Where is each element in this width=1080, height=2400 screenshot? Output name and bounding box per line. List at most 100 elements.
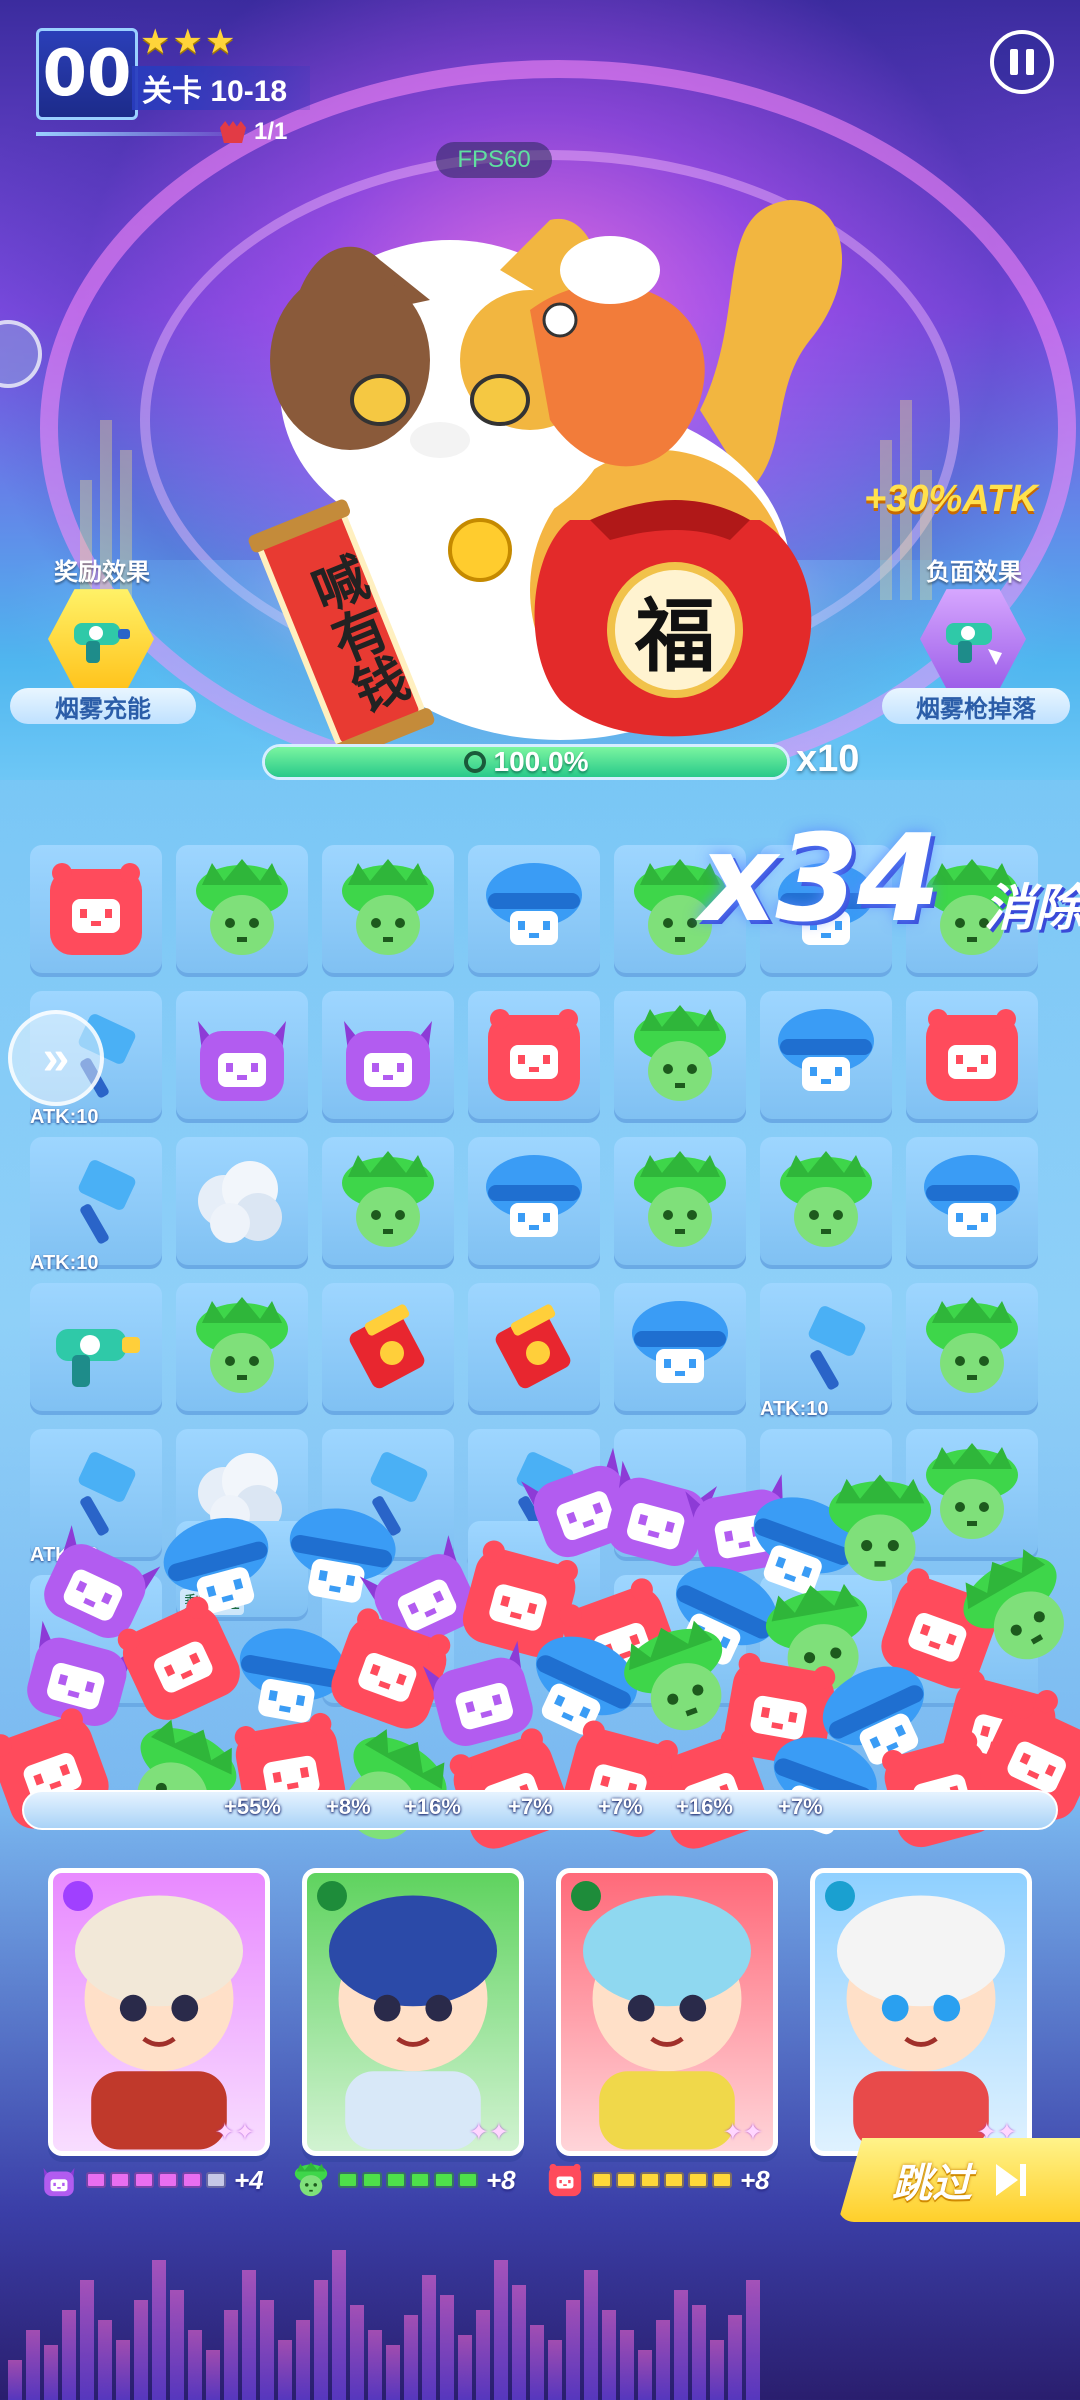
green-dragon-piece[interactable] — [334, 1147, 442, 1255]
equalizer-bar — [134, 2300, 148, 2400]
board-cell[interactable] — [760, 1575, 892, 1707]
board-cell[interactable] — [760, 1429, 892, 1561]
board-cell[interactable] — [760, 1137, 892, 1269]
board-cell[interactable] — [322, 991, 454, 1123]
reward-effect-label: 烟雾充能 — [10, 688, 196, 724]
board-cell[interactable]: 剩余: 1 — [176, 1521, 308, 1621]
board-cell[interactable] — [906, 1283, 1038, 1415]
hero-card-headphone-girl[interactable]: ✦✦ — [810, 1868, 1032, 2156]
board-cell[interactable] — [322, 1575, 454, 1707]
board-cell[interactable] — [906, 1575, 1038, 1707]
blue-helmet-piece[interactable] — [918, 1147, 1026, 1255]
board-cell[interactable] — [322, 1429, 454, 1561]
green-dragon-piece[interactable] — [188, 1293, 296, 1401]
red-hood-piece[interactable] — [480, 1001, 588, 1109]
board-cell[interactable] — [468, 991, 600, 1123]
board-cell[interactable] — [176, 991, 308, 1123]
equalizer-bar — [638, 2350, 652, 2400]
firecracker-piece[interactable] — [480, 1293, 588, 1401]
hammer-piece[interactable] — [42, 1147, 150, 1255]
equalizer-bar — [728, 2315, 742, 2400]
board-cell[interactable]: ATK:10 — [30, 1429, 162, 1566]
hero-stars: ✦✦ — [722, 2119, 763, 2146]
green-dragon-piece[interactable] — [772, 1147, 880, 1255]
skip-button[interactable]: 跳过 — [838, 2138, 1080, 2222]
equalizer-bar — [386, 2345, 400, 2400]
hero-portrait — [582, 1895, 752, 2150]
blue-helmet-piece[interactable] — [480, 855, 588, 963]
hero-card-robed-boy[interactable]: ✦✦ — [302, 1868, 524, 2156]
board-cell[interactable] — [30, 845, 162, 977]
level-title: 关卡 10-18 — [132, 66, 310, 110]
board-cell[interactable] — [614, 1575, 746, 1707]
equalizer-bar — [620, 2330, 634, 2400]
blue-helmet-piece[interactable] — [626, 1293, 734, 1401]
lucky-cat-boss[interactable]: 喊有钱 福 — [230, 190, 870, 761]
board-cell[interactable] — [468, 845, 600, 977]
hammer-piece[interactable] — [334, 1439, 442, 1547]
blue-helmet-piece[interactable] — [480, 1147, 588, 1255]
negative-effect-label: 烟雾枪掉落 — [882, 688, 1070, 724]
wave-text: 1/1 — [254, 118, 288, 145]
board-cell[interactable] — [176, 1137, 308, 1269]
purple-horn-piece[interactable] — [334, 1001, 442, 1109]
red-hood-piece[interactable] — [918, 1001, 1026, 1109]
hammer-piece[interactable] — [772, 1293, 880, 1401]
board-cell[interactable]: ATK:10 — [760, 1283, 892, 1420]
energy-segment — [158, 2172, 178, 2188]
board-cell[interactable] — [614, 1283, 746, 1415]
remain-label: 剩余: 1 — [180, 1589, 245, 1615]
board-cell[interactable] — [176, 1283, 308, 1415]
green-dragon-piece[interactable] — [334, 855, 442, 963]
energy-bar: +8 — [546, 2160, 770, 2200]
fast-forward-icon: » — [42, 1031, 70, 1085]
green-dragon-piece[interactable] — [918, 1293, 1026, 1401]
board-cell[interactable] — [614, 991, 746, 1123]
piece-type-icon — [546, 2161, 584, 2199]
board-cell[interactable]: ATK:10 — [30, 1137, 162, 1274]
board-cell[interactable] — [906, 991, 1038, 1123]
pause-button[interactable] — [990, 30, 1054, 94]
board-cell[interactable] — [30, 1575, 162, 1707]
boss-progress-bar: 100.0% — [262, 744, 790, 780]
hammer-piece[interactable] — [42, 1439, 150, 1547]
energy-segment — [134, 2172, 154, 2188]
purple-horn-piece[interactable] — [188, 1001, 296, 1109]
board-cell[interactable] — [322, 1137, 454, 1269]
smoke-cloud-piece[interactable] — [188, 1147, 296, 1255]
board-cell[interactable] — [760, 991, 892, 1123]
board-cell[interactable] — [322, 1283, 454, 1415]
board-cell[interactable] — [906, 1429, 1038, 1561]
atk-label: ATK:10 — [760, 1398, 829, 1420]
red-hood-piece[interactable] — [42, 855, 150, 963]
board-cell[interactable] — [614, 1429, 746, 1561]
board-cell[interactable] — [30, 1283, 162, 1415]
blue-helmet-piece[interactable] — [772, 1001, 880, 1109]
energy-segment — [458, 2172, 478, 2188]
hero-card-skull-warrior[interactable]: ✦✦ — [48, 1868, 270, 2156]
board-cell[interactable] — [906, 1137, 1038, 1269]
negative-effect-title: 负面效果 — [926, 559, 1022, 586]
hero-stars: ✦✦ — [468, 2119, 509, 2146]
energy-segment — [664, 2172, 684, 2188]
board-cell[interactable] — [468, 1137, 600, 1269]
firecracker-piece[interactable] — [334, 1293, 442, 1401]
green-dragon-piece[interactable] — [918, 1439, 1026, 1547]
green-dragon-piece[interactable] — [188, 855, 296, 963]
green-dragon-piece[interactable] — [626, 1001, 734, 1109]
hero-card-astronaut-bear[interactable]: ✦✦ — [556, 1868, 778, 2156]
equalizer-bar — [332, 2250, 346, 2400]
match-board[interactable]: ATK:10 ATK:10 ATK:10ATK:10ATK:10剩余: 1剩余:… — [30, 845, 1050, 1825]
equalizer-bar — [476, 2310, 490, 2400]
green-dragon-piece[interactable] — [626, 1147, 734, 1255]
board-cell[interactable]: 剩余: 1 — [468, 1521, 600, 1621]
smoke-gun-piece[interactable] — [42, 1293, 150, 1401]
equalizer-bar — [710, 2340, 724, 2400]
board-cell[interactable] — [468, 1283, 600, 1415]
equalizer-bar — [44, 2345, 58, 2400]
board-cell[interactable] — [176, 845, 308, 977]
board-cell[interactable] — [614, 1137, 746, 1269]
speed-toggle-button[interactable]: » — [8, 1010, 104, 1106]
board-cell[interactable] — [322, 845, 454, 977]
skip-label: 跳过 — [892, 2162, 972, 2206]
